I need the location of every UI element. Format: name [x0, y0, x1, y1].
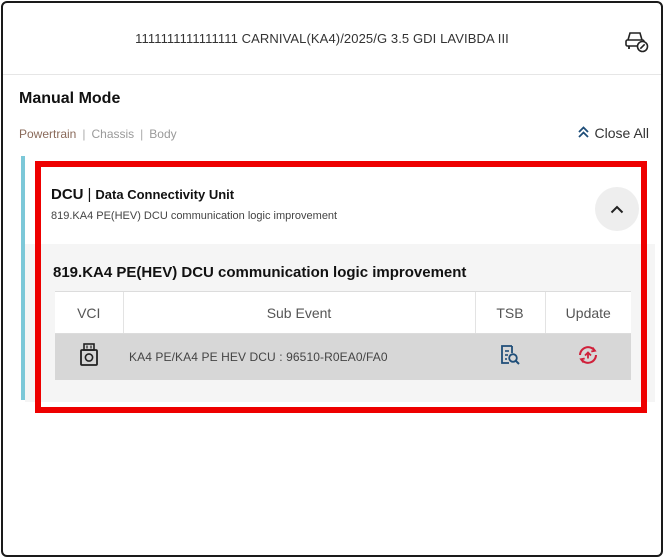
- tab-separator: |: [140, 127, 144, 141]
- vci-device-icon[interactable]: [79, 343, 99, 367]
- tab-body[interactable]: Body: [149, 127, 176, 141]
- top-bar: 1111111111111111 CARNIVAL(KA4)/2025/G 3.…: [3, 3, 661, 75]
- tsb-cell: [475, 333, 545, 380]
- module-title: DCU | Data Connectivity Unit: [51, 186, 234, 203]
- vehicle-info: 1111111111111111 CARNIVAL(KA4)/2025/G 3.…: [135, 31, 509, 46]
- vci-cell: [55, 333, 123, 380]
- module-name: Data Connectivity Unit: [95, 187, 235, 202]
- table-row[interactable]: KA4 PE/KA4 PE HEV DCU : 96510-R0EA0/FA0: [55, 333, 631, 380]
- column-header-sub-event: Sub Event: [122, 291, 475, 334]
- event-table: VCI Sub Event TSB Update KA4 PE/KA4 PE H…: [55, 291, 631, 380]
- update-arrow-icon[interactable]: [576, 343, 600, 367]
- chevron-up-icon: [610, 205, 624, 213]
- update-cell: [545, 333, 631, 380]
- app-window: 1111111111111111 CARNIVAL(KA4)/2025/G 3.…: [1, 1, 663, 557]
- event-title: 819.KA4 PE(HEV) DCU communication logic …: [53, 264, 467, 281]
- close-all-button[interactable]: Close All: [577, 125, 649, 141]
- module-separator: |: [87, 186, 92, 203]
- document-search-icon[interactable]: [499, 344, 521, 366]
- column-header-update: Update: [544, 291, 631, 334]
- page-title: Manual Mode: [19, 90, 121, 107]
- tab-chassis[interactable]: Chassis: [91, 127, 134, 141]
- close-all-label: Close All: [594, 125, 649, 141]
- module-summary: 819.KA4 PE(HEV) DCU communication logic …: [51, 210, 338, 222]
- column-header-vci: VCI: [55, 291, 123, 334]
- module-panel: DCU | Data Connectivity Unit 819.KA4 PE(HE…: [25, 156, 655, 402]
- event-section: 819.KA4 PE(HEV) DCU communication logic …: [25, 244, 655, 402]
- column-header-tsb: TSB: [474, 291, 545, 334]
- car-check-icon[interactable]: [623, 29, 649, 53]
- module-code: DCU: [51, 186, 84, 203]
- tab-powertrain[interactable]: Powertrain: [19, 127, 76, 141]
- category-tabs: Powertrain | Chassis | Body: [19, 127, 177, 141]
- tab-separator: |: [82, 127, 86, 141]
- collapse-button[interactable]: [595, 187, 639, 231]
- table-header-row: VCI Sub Event TSB Update: [55, 291, 631, 334]
- double-chevron-up-icon: [577, 125, 589, 141]
- module-header[interactable]: DCU | Data Connectivity Unit 819.KA4 PE(HE…: [25, 156, 655, 244]
- sub-event-cell: KA4 PE/KA4 PE HEV DCU : 96510-R0EA0/FA0: [123, 333, 475, 380]
